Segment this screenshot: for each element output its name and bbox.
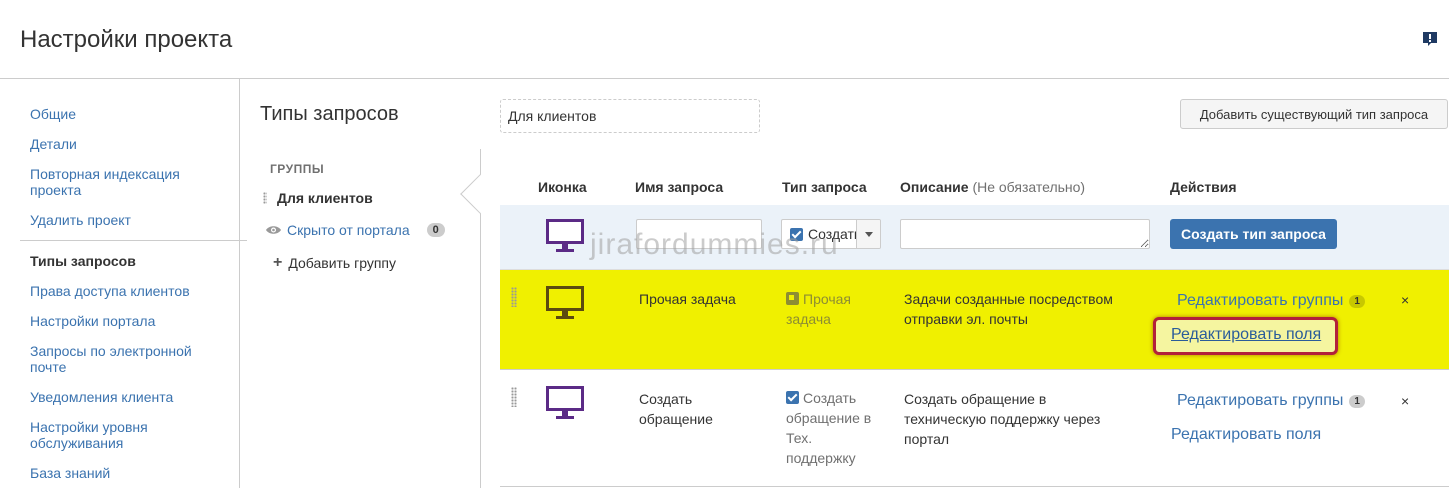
group-item-for-customers[interactable]: Для клиентов: [263, 190, 373, 206]
chevron-down-icon[interactable]: [856, 220, 880, 248]
edit-fields-link[interactable]: Редактировать поля: [1171, 426, 1321, 444]
group-label: Скрыто от портала: [287, 222, 410, 238]
checkbox-icon: [786, 391, 799, 404]
sidebar-item-reindex-project[interactable]: Повторная индексация проекта: [30, 166, 225, 198]
edit-groups-label: Редактировать группы: [1177, 292, 1344, 309]
sidebar-item-general[interactable]: Общие: [30, 106, 225, 122]
request-type: Прочая задача: [786, 289, 886, 329]
groups-count-badge: 1: [1349, 294, 1365, 308]
add-group-link[interactable]: + Добавить группу: [273, 254, 396, 272]
sidebar-item-customer-notifications[interactable]: Уведомления клиента: [30, 389, 225, 405]
checkbox-icon: [790, 227, 803, 241]
request-description: Создать обращение в техническую поддержк…: [904, 391, 1101, 447]
row-divider: [500, 486, 1449, 487]
plus-icon: +: [273, 254, 283, 271]
request-name-input[interactable]: [636, 219, 762, 249]
sidebar-item-details[interactable]: Детали: [30, 136, 225, 152]
edit-groups-label: Редактировать группы: [1177, 392, 1344, 409]
add-existing-request-type-button[interactable]: Добавить существующий тип запроса: [1180, 99, 1448, 129]
description-textarea[interactable]: [900, 219, 1150, 249]
project-settings-sidebar: Общие Детали Повторная индексация проект…: [0, 79, 247, 488]
sidebar-item-knowledge-base[interactable]: База знаний: [30, 465, 225, 481]
create-request-type-button[interactable]: Создать тип запроса: [1170, 219, 1337, 249]
request-type-select-value: Создать обращение: [808, 226, 856, 242]
column-header-type: Тип запроса: [782, 179, 867, 195]
column-header-description-optional: (Не обязательно): [972, 179, 1086, 195]
group-name-input[interactable]: [500, 99, 760, 133]
groups-count-badge: 1: [1349, 394, 1365, 408]
sidebar-item-customer-permissions[interactable]: Права доступа клиентов: [30, 283, 225, 299]
column-header-description-label: Описание: [900, 179, 969, 195]
close-icon[interactable]: ×: [1401, 393, 1409, 409]
drag-handle-icon[interactable]: [511, 387, 517, 407]
drag-handle-icon[interactable]: [263, 192, 267, 204]
section-title: Типы запросов: [260, 103, 399, 125]
sidebar-item-delete-project[interactable]: Удалить проект: [30, 212, 225, 228]
group-item-hidden-from-portal[interactable]: Скрыто от портала 0: [265, 222, 445, 238]
eye-icon: [266, 226, 281, 234]
request-description: Задачи созданные посредством отправки эл…: [904, 291, 1113, 327]
request-type: Создать обращение в Тех. поддержку: [786, 388, 881, 468]
monitor-icon: [546, 386, 584, 419]
sidebar-item-email-requests[interactable]: Запросы по электронной почте: [30, 343, 225, 375]
group-count-badge: 0: [426, 223, 445, 237]
column-header-description: Описание (Не обязательно): [900, 179, 1085, 195]
sidebar-item-portal-settings[interactable]: Настройки портала: [30, 313, 225, 329]
request-name: Прочая задача: [639, 291, 736, 307]
feedback-icon[interactable]: [1422, 31, 1438, 47]
sidebar-item-sla-settings[interactable]: Настройки уровня обслуживания: [30, 419, 225, 451]
request-type-select[interactable]: Создать обращение: [781, 219, 881, 249]
panel-pointer: [460, 174, 500, 214]
column-header-icon: Иконка: [538, 179, 587, 195]
drag-handle-icon[interactable]: [511, 287, 517, 307]
groups-heading: ГРУППЫ: [270, 162, 325, 176]
page-title: Настройки проекта: [20, 26, 233, 53]
edit-groups-link[interactable]: Редактировать группы 1: [1177, 392, 1365, 410]
header: Настройки проекта: [0, 0, 1449, 79]
edit-fields-link[interactable]: Редактировать поля: [1171, 326, 1321, 344]
sidebar-item-request-types[interactable]: Типы запросов: [30, 253, 225, 269]
monitor-icon-picker[interactable]: [545, 218, 585, 254]
sidebar-divider: [20, 240, 247, 241]
monitor-icon: [546, 286, 584, 319]
edit-groups-link[interactable]: Редактировать группы 1: [1177, 292, 1365, 310]
request-name: Создать обращение: [639, 391, 713, 427]
column-header-actions: Действия: [1170, 179, 1237, 195]
column-header-name: Имя запроса: [635, 179, 724, 195]
add-group-label: Добавить группу: [288, 255, 397, 271]
close-icon[interactable]: ×: [1401, 292, 1409, 308]
group-label: Для клиентов: [277, 190, 373, 206]
checkbox-icon: [786, 292, 799, 305]
